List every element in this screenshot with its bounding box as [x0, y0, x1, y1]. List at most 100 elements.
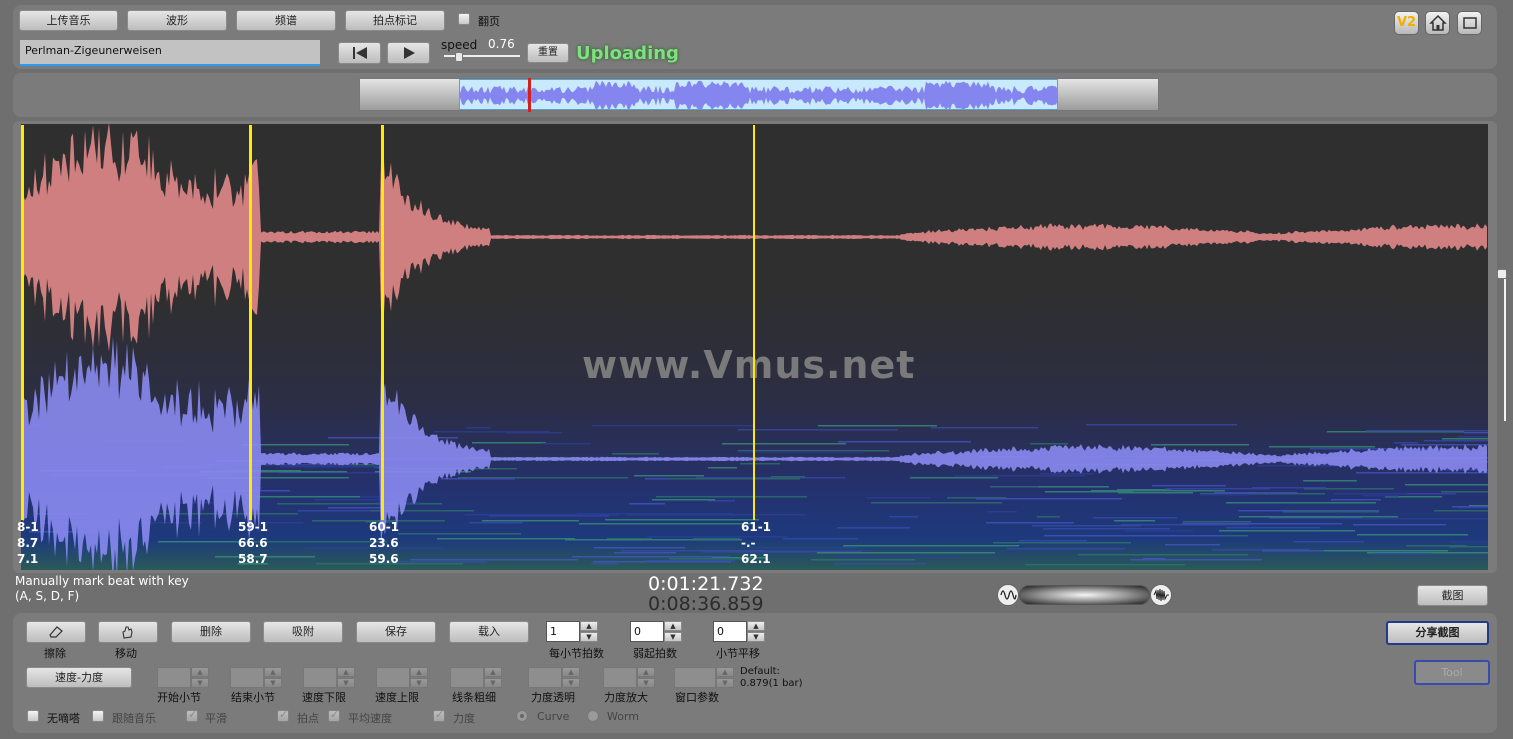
speed-max-stepper[interactable]: ▲ ▼ — [376, 667, 428, 688]
stepper-down-icon[interactable]: ▼ — [747, 632, 765, 642]
erase-button[interactable] — [26, 621, 86, 643]
vertical-zoom-track[interactable] — [1504, 275, 1506, 421]
marker-label: 8-1 — [17, 520, 39, 534]
stepper-up-icon[interactable]: ▲ — [664, 621, 682, 631]
follow-music-checkbox[interactable] — [92, 710, 104, 722]
save-button[interactable]: 保存 — [356, 621, 436, 643]
spectrogram-streak — [1424, 440, 1488, 442]
dyn-scale-stepper[interactable]: ▲ ▼ — [603, 667, 655, 688]
speed-slider-thumb[interactable] — [455, 52, 464, 62]
beat-marker-60[interactable] — [381, 125, 384, 520]
overview-playhead[interactable] — [528, 78, 531, 112]
spectrogram-streak — [472, 442, 546, 444]
spectrogram-streak — [1165, 544, 1220, 546]
no-beeps-checkbox[interactable] — [27, 710, 39, 722]
spectrogram-streak — [605, 519, 759, 521]
move-button[interactable] — [98, 621, 158, 643]
spectrogram-streak — [646, 560, 735, 562]
hint-line-2: (A, S, D, F) — [15, 589, 80, 603]
screenshot-button[interactable]: 截图 — [1417, 585, 1488, 606]
upload-music-button[interactable]: 上传音乐 — [19, 10, 118, 31]
skip-to-start-button[interactable] — [338, 42, 381, 64]
version-badge[interactable]: V2 — [1394, 11, 1419, 35]
beat-marking-button[interactable]: 拍点标记 — [345, 10, 445, 31]
waveform-zoom-slider[interactable] — [1019, 585, 1150, 605]
bar-shift-stepper[interactable]: 0 ▲ ▼ — [713, 621, 765, 642]
snap-button[interactable]: 吸附 — [263, 621, 343, 643]
delete-button[interactable]: 删除 — [171, 621, 251, 643]
marker-value-1: 8.7 — [17, 536, 39, 550]
beats-per-bar-stepper[interactable]: 1 ▲ ▼ — [546, 621, 598, 642]
spectrogram-streak — [1357, 534, 1468, 536]
spectrogram-streak — [1040, 473, 1094, 475]
play-button[interactable] — [387, 42, 430, 64]
smooth-label: 平滑 — [205, 712, 227, 725]
vertical-zoom-thumb[interactable] — [1497, 269, 1507, 279]
spectrogram-streak — [1334, 493, 1407, 495]
bar-shift-input[interactable]: 0 — [713, 621, 747, 642]
stepper-up-icon[interactable]: ▲ — [747, 621, 765, 631]
spectrogram-streak — [1183, 521, 1251, 523]
start-bar-label: 开始小节 — [157, 691, 201, 704]
waveform-button[interactable]: 波形 — [127, 10, 227, 31]
spectrogram-streak — [591, 563, 619, 565]
move-label: 移动 — [115, 647, 137, 660]
speed-dynamics-button[interactable]: 速度-力度 — [26, 667, 132, 688]
stepper-up-icon[interactable]: ▲ — [580, 621, 598, 631]
spectrogram-streak — [1200, 494, 1250, 496]
dyn-opacity-stepper[interactable]: ▲ ▼ — [528, 667, 580, 688]
stepper-down-icon[interactable]: ▼ — [664, 632, 682, 642]
load-button[interactable]: 载入 — [449, 621, 529, 643]
avg-speed-checkbox[interactable] — [328, 708, 340, 722]
beats-per-bar-input[interactable]: 1 — [546, 621, 580, 642]
speed-min-stepper[interactable]: ▲ ▼ — [303, 667, 355, 688]
spectrogram-streak — [693, 538, 740, 540]
spectrum-button[interactable]: 频谱 — [236, 10, 336, 31]
spectrogram-streak — [1353, 524, 1446, 526]
spectrogram-streak — [1086, 424, 1237, 426]
home-icon[interactable] — [1425, 11, 1450, 35]
follow-music-label: 跟随音乐 — [112, 712, 156, 725]
pickup-beats-input[interactable]: 0 — [630, 621, 664, 642]
beat-point-checkbox[interactable] — [277, 708, 289, 722]
smooth-checkbox[interactable] — [186, 708, 198, 722]
beat-marker-59[interactable] — [249, 125, 252, 520]
spectrogram-streak — [1262, 550, 1324, 552]
spectrogram-streak — [1252, 487, 1326, 489]
end-bar-stepper[interactable]: ▲ ▼ — [230, 667, 282, 688]
overview-waveform — [460, 80, 1057, 109]
page-flip-checkbox[interactable] — [458, 13, 470, 25]
spectrogram-streak — [834, 563, 926, 565]
stepper-down-icon[interactable]: ▼ — [580, 632, 598, 642]
total-time: 0:08:36.859 — [648, 593, 764, 615]
spectrogram-streak — [1457, 436, 1488, 438]
spectrogram-streak — [738, 429, 898, 431]
waveform-zoom-out-icon[interactable] — [997, 584, 1019, 606]
curve-label: Curve — [537, 710, 570, 723]
fullscreen-icon[interactable] — [1457, 11, 1482, 35]
share-screenshot-button[interactable]: 分享截图 — [1386, 621, 1489, 645]
pickup-beats-stepper[interactable]: 0 ▲ ▼ — [630, 621, 682, 642]
spectrogram-streak — [1152, 485, 1226, 487]
hint-line-1: Manually mark beat with key — [15, 574, 189, 588]
curve-radio[interactable] — [516, 710, 528, 722]
waveform-zoom-in-icon[interactable] — [1150, 584, 1172, 606]
spectrogram-streak — [740, 463, 780, 465]
spectrogram-streak — [818, 425, 937, 427]
worm-radio[interactable] — [587, 710, 599, 722]
overview-window[interactable] — [459, 79, 1058, 110]
dynamics-checkbox[interactable] — [433, 708, 445, 722]
beat-marker-58[interactable] — [21, 125, 24, 520]
beat-marker-61[interactable] — [753, 125, 755, 520]
reset-speed-button[interactable]: 重置 — [527, 43, 569, 63]
window-param-stepper[interactable]: ▲ ▼ — [674, 667, 734, 688]
song-name-field[interactable]: Perlman-Zigeunerweisen — [20, 40, 320, 66]
line-width-stepper[interactable]: ▲ ▼ — [450, 667, 502, 688]
tool-button[interactable]: Tool — [1414, 660, 1490, 685]
spectrogram-streak — [465, 514, 619, 516]
spectrogram-streak — [976, 498, 1122, 500]
start-bar-stepper[interactable]: ▲ ▼ — [157, 667, 209, 688]
avg-speed-label: 平均速度 — [348, 712, 392, 725]
page-flip-label: 翻页 — [478, 15, 500, 28]
end-bar-label: 结束小节 — [231, 691, 275, 704]
